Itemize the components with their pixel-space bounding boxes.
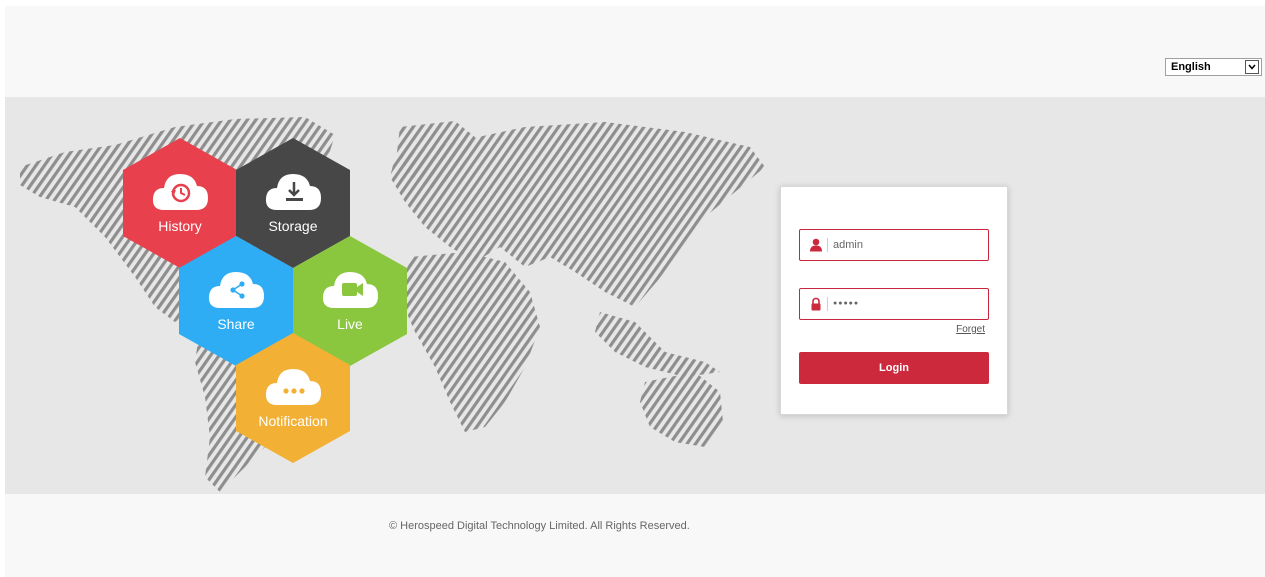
download-icon (265, 174, 321, 210)
username-field-separator (827, 238, 828, 252)
password-value: ●●●●● (833, 300, 860, 307)
login-page: English History Storage Share Live Notif… (0, 0, 1265, 577)
feature-notification[interactable]: Notification (236, 333, 350, 463)
language-select[interactable]: English (1165, 58, 1262, 76)
video-camera-icon (322, 272, 378, 308)
language-select-value: English (1171, 61, 1211, 73)
lock-icon (811, 297, 821, 311)
password-field-separator (827, 297, 828, 311)
feature-notification-label: Notification (258, 413, 328, 429)
top-bar: English (5, 6, 1265, 97)
ellipsis-icon (265, 369, 321, 405)
feature-storage-label: Storage (268, 218, 318, 234)
username-field[interactable]: admin (799, 229, 989, 261)
forget-password-link[interactable]: Forget (956, 324, 985, 335)
user-icon (810, 238, 822, 252)
history-icon (152, 174, 208, 210)
login-card: admin ●●●●● Forget Login (780, 186, 1008, 415)
feature-share-label: Share (217, 316, 255, 332)
share-icon (208, 272, 264, 308)
username-value: admin (833, 239, 863, 251)
hero-band: History Storage Share Live Notification (5, 97, 1265, 494)
copyright-text: © Herospeed Digital Technology Limited. … (389, 520, 690, 532)
password-field[interactable]: ●●●●● (799, 288, 989, 320)
feature-live-label: Live (337, 316, 363, 332)
footer: © Herospeed Digital Technology Limited. … (5, 494, 1265, 577)
feature-history-label: History (158, 218, 202, 234)
login-button[interactable]: Login (799, 352, 989, 384)
chevron-down-icon[interactable] (1245, 60, 1259, 74)
